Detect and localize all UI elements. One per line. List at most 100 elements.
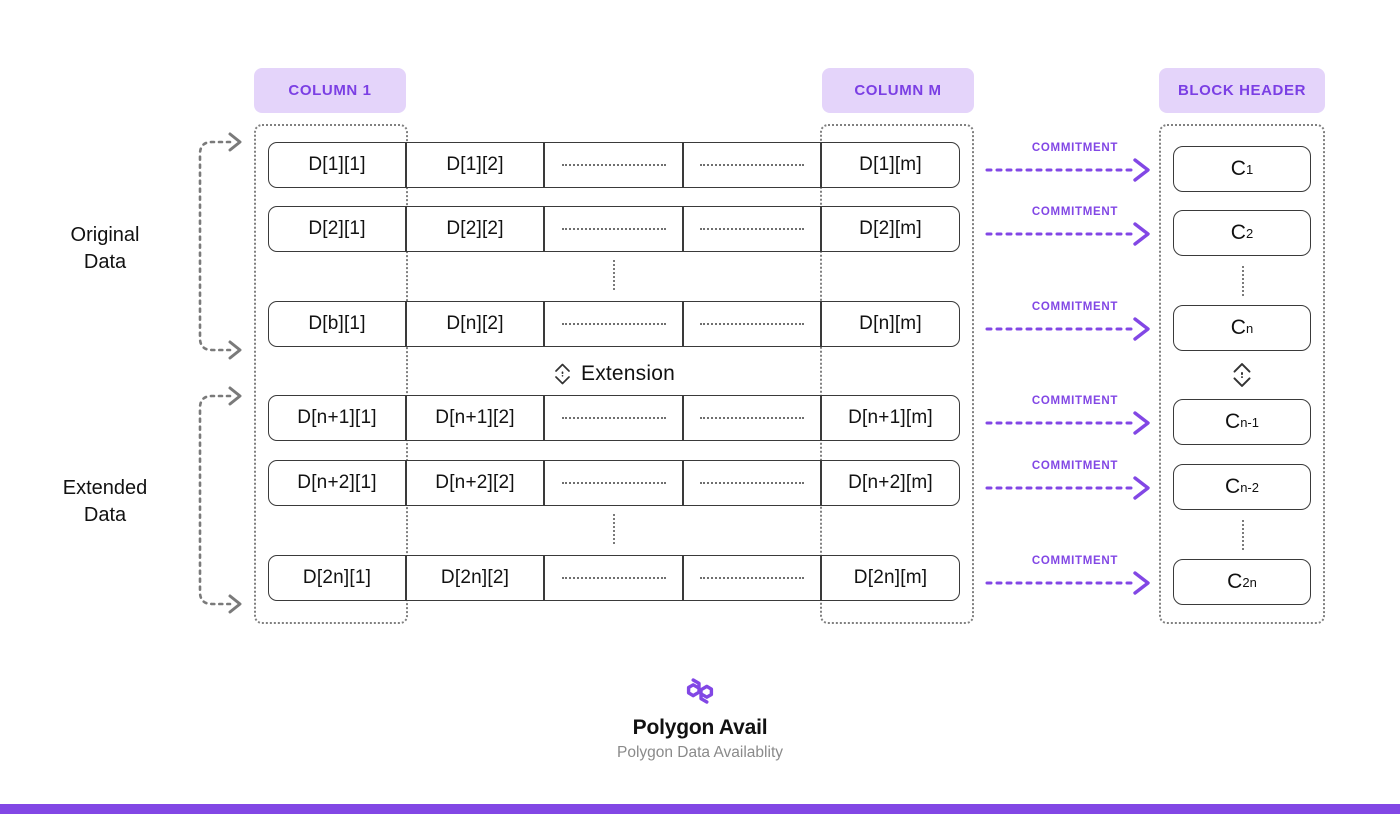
original-data-bracket bbox=[198, 132, 242, 360]
cell-r2n-c3[interactable] bbox=[544, 555, 683, 601]
cell-r2n-c1[interactable]: D[2n][1] bbox=[268, 555, 406, 601]
table-row: D[2n][1] D[2n][2] D[2n][m] bbox=[268, 555, 960, 601]
commitment-box-c2n[interactable]: C 2n bbox=[1173, 559, 1311, 605]
commitment-label: COMMITMENT bbox=[1031, 555, 1119, 567]
column-1-header-chip: COLUMN 1 bbox=[254, 68, 406, 113]
commitment-arrow-5: COMMITMENT bbox=[985, 460, 1165, 506]
polygon-logo-icon bbox=[686, 678, 714, 704]
commitment-box-cn-1[interactable]: Cn-1 bbox=[1173, 399, 1311, 445]
commitment-arrow-4: COMMITMENT bbox=[985, 395, 1165, 441]
cell-rn-c1[interactable]: D[b][1] bbox=[268, 301, 406, 347]
cell-r2-c5[interactable]: D[2][m] bbox=[821, 206, 960, 252]
block-header-vertical-ellipsis-icon bbox=[1242, 520, 1244, 550]
horizontal-ellipsis-icon bbox=[700, 164, 804, 166]
horizontal-ellipsis-icon bbox=[700, 417, 804, 419]
cell-rn-c3[interactable] bbox=[544, 301, 683, 347]
horizontal-ellipsis-icon bbox=[561, 482, 666, 484]
horizontal-ellipsis-icon bbox=[700, 577, 804, 579]
commitment-label: COMMITMENT bbox=[1031, 142, 1119, 154]
cell-r1-c3[interactable] bbox=[544, 142, 683, 188]
cell-rn-c5[interactable]: D[n][m] bbox=[821, 301, 960, 347]
row-gap-lower bbox=[268, 506, 960, 555]
commitment-arrow-1: COMMITMENT bbox=[985, 142, 1165, 188]
commitment-box-base: C bbox=[1230, 316, 1246, 339]
commitment-box-sub: n-1 bbox=[1240, 414, 1259, 430]
cell-rn-c4[interactable] bbox=[683, 301, 821, 347]
commitment-box-base: C bbox=[1225, 410, 1241, 433]
commitment-box-sub: n bbox=[1245, 320, 1254, 336]
extended-data-label: Extended Data bbox=[20, 475, 190, 529]
commitment-box-base: C bbox=[1225, 475, 1241, 498]
commitment-box-base: C bbox=[1230, 157, 1246, 180]
commitment-box-sub: 2 bbox=[1245, 225, 1254, 241]
cell-r2-c1[interactable]: D[2][1] bbox=[268, 206, 406, 252]
block-header-label: BLOCK HEADER bbox=[1177, 82, 1307, 99]
commitment-arrow-2: COMMITMENT bbox=[985, 206, 1165, 252]
cell-rn1-c5[interactable]: D[n+1][m] bbox=[821, 395, 960, 441]
brand-title: Polygon Avail bbox=[632, 716, 768, 739]
cell-r1-c1[interactable]: D[1][1] bbox=[268, 142, 406, 188]
extended-data-label-line1: Extended bbox=[62, 477, 148, 499]
cell-r1-c2[interactable]: D[1][2] bbox=[406, 142, 544, 188]
commitment-label: COMMITMENT bbox=[1031, 460, 1119, 472]
horizontal-ellipsis-icon bbox=[700, 228, 804, 230]
brand-block: Polygon Avail Polygon Data Availablity bbox=[0, 676, 1400, 762]
cell-r2n-c4[interactable] bbox=[683, 555, 821, 601]
commitment-box-c1[interactable]: C1 bbox=[1173, 146, 1311, 192]
block-header-up-down-chevron-icon bbox=[1233, 363, 1251, 387]
footer-accent-bar bbox=[0, 804, 1400, 814]
commitment-arrow-3: COMMITMENT bbox=[985, 301, 1165, 347]
cell-r2-c4[interactable] bbox=[683, 206, 821, 252]
original-data-label-line2: Data bbox=[83, 251, 127, 273]
vertical-ellipsis-icon bbox=[613, 260, 615, 290]
commitment-box-c2[interactable]: C2 bbox=[1173, 210, 1311, 256]
cell-rn2-c4[interactable] bbox=[683, 460, 821, 506]
extension-divider: Extension bbox=[268, 353, 960, 395]
commitment-label: COMMITMENT bbox=[1031, 395, 1119, 407]
horizontal-ellipsis-icon bbox=[561, 228, 666, 230]
cell-r2n-c5[interactable]: D[2n][m] bbox=[821, 555, 960, 601]
column-m-header-chip: COLUMN M bbox=[822, 68, 974, 113]
horizontal-ellipsis-icon bbox=[700, 482, 804, 484]
cell-rn1-c4[interactable] bbox=[683, 395, 821, 441]
cell-r2-c2[interactable]: D[2][2] bbox=[406, 206, 544, 252]
commitment-box-base: C bbox=[1227, 570, 1243, 593]
cell-r2-c3[interactable] bbox=[544, 206, 683, 252]
table-row: D[n+2][1] D[n+2][2] D[n+2][m] bbox=[268, 460, 960, 506]
up-down-chevron-icon bbox=[555, 363, 570, 385]
commitment-box-cn[interactable]: Cn bbox=[1173, 305, 1311, 351]
commitment-box-sub: 2n bbox=[1242, 574, 1257, 590]
original-data-label-line1: Original bbox=[70, 224, 140, 246]
cell-rn2-c5[interactable]: D[n+2][m] bbox=[821, 460, 960, 506]
commitment-box-cn-2[interactable]: Cn-2 bbox=[1173, 464, 1311, 510]
commitment-box-base: C bbox=[1230, 221, 1246, 244]
cell-rn1-c1[interactable]: D[n+1][1] bbox=[268, 395, 406, 441]
horizontal-ellipsis-icon bbox=[561, 164, 666, 166]
row-gap-upper bbox=[268, 252, 960, 301]
commitment-arrow-6: COMMITMENT bbox=[985, 555, 1165, 601]
vertical-ellipsis-icon bbox=[613, 514, 615, 544]
column-1-header-label: COLUMN 1 bbox=[288, 82, 372, 99]
cell-r2n-c2[interactable]: D[2n][2] bbox=[406, 555, 544, 601]
horizontal-ellipsis-icon bbox=[561, 417, 666, 419]
block-header-vertical-ellipsis-icon bbox=[1242, 266, 1244, 296]
extension-label: Extension bbox=[580, 362, 676, 385]
cell-rn2-c3[interactable] bbox=[544, 460, 683, 506]
horizontal-ellipsis-icon bbox=[561, 577, 666, 579]
cell-rn1-c2[interactable]: D[n+1][2] bbox=[406, 395, 544, 441]
extended-data-bracket bbox=[198, 386, 242, 614]
cell-r1-c5[interactable]: D[1][m] bbox=[821, 142, 960, 188]
cell-rn1-c3[interactable] bbox=[544, 395, 683, 441]
cell-rn2-c2[interactable]: D[n+2][2] bbox=[406, 460, 544, 506]
commitment-label: COMMITMENT bbox=[1031, 206, 1119, 218]
table-row: D[n+1][1] D[n+1][2] D[n+1][m] bbox=[268, 395, 960, 441]
brand-subtitle: Polygon Data Availablity bbox=[616, 744, 783, 761]
data-matrix-grid: D[1][1] D[1][2] D[1][m] D[2][1] D[2][2] … bbox=[268, 142, 960, 606]
commitment-label: COMMITMENT bbox=[1031, 301, 1119, 313]
original-data-label: Original Data bbox=[20, 222, 190, 276]
cell-r1-c4[interactable] bbox=[683, 142, 821, 188]
cell-rn-c2[interactable]: D[n][2] bbox=[406, 301, 544, 347]
horizontal-ellipsis-icon bbox=[700, 323, 804, 325]
cell-rn2-c1[interactable]: D[n+2][1] bbox=[268, 460, 406, 506]
extended-data-label-line2: Data bbox=[83, 504, 127, 526]
